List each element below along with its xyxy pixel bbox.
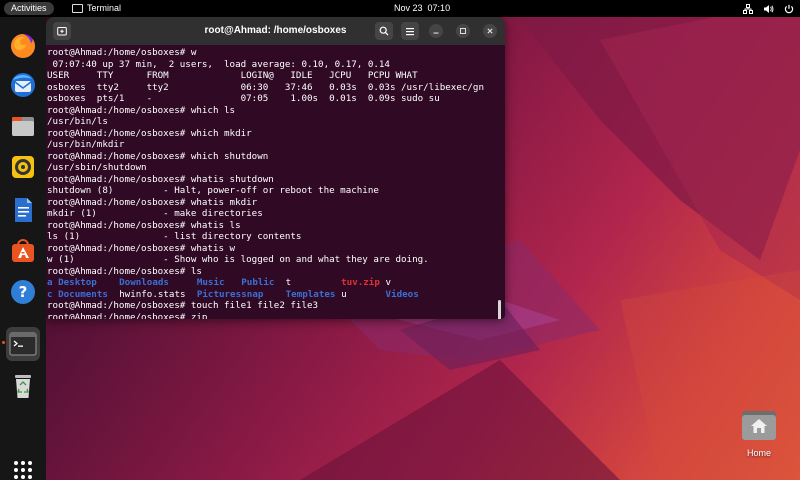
show-apps-icon[interactable] bbox=[14, 461, 32, 479]
terminal-line: root@Ahmad:/home/osboxes# whatis ls bbox=[47, 219, 241, 231]
terminal-line: osboxes pts/1 - 07:05 1.00s 0.01s 0.09s … bbox=[47, 93, 440, 104]
dock-help[interactable]: ? bbox=[6, 275, 40, 309]
terminal-output[interactable]: root@Ahmad:/home/osboxes# w 07:07:40 up … bbox=[46, 45, 498, 319]
dock-rhythmbox[interactable] bbox=[6, 150, 40, 184]
minimize-button[interactable] bbox=[429, 24, 443, 38]
terminal-line: root@Ahmad:/home/osboxes# touch file1 fi… bbox=[47, 300, 319, 311]
terminal-line: w (1) - Show who is logged on and what t… bbox=[47, 254, 429, 265]
maximize-button[interactable] bbox=[456, 24, 470, 38]
terminal-line: root@Ahmad:/home/osboxes# w bbox=[47, 47, 197, 58]
dock-firefox[interactable] bbox=[6, 29, 40, 63]
clock[interactable]: Nov 23 07:10 bbox=[394, 0, 450, 17]
running-indicator bbox=[2, 341, 5, 344]
terminal-window[interactable]: root@Ahmad: /home/osboxes root@Ahmad:/ho… bbox=[46, 17, 505, 319]
terminal-line: mkdir (1) - make directories bbox=[47, 208, 263, 219]
home-folder-icon bbox=[742, 411, 776, 440]
terminal-line: root@Ahmad:/home/osboxes# which shutdown bbox=[47, 150, 269, 162]
firefox-icon bbox=[11, 34, 35, 58]
dock-writer[interactable] bbox=[6, 193, 40, 227]
minimize-icon bbox=[433, 32, 439, 34]
ls-entry: Desktop bbox=[58, 277, 97, 288]
ls-entry: Templates bbox=[285, 288, 336, 300]
menu-button[interactable] bbox=[401, 22, 419, 40]
terminal-line: root@Ahmad:/home/osboxes# which mkdir bbox=[47, 127, 252, 139]
terminal-line: shutdown (8) - Halt, power-off or reboot… bbox=[47, 185, 379, 196]
terminal-line: root@Ahmad:/home/osboxes# whatis w bbox=[47, 242, 236, 254]
ls-entry: Downloads bbox=[119, 277, 169, 288]
files-icon bbox=[12, 117, 34, 136]
terminal-line: USER TTY FROM LOGIN@ IDLE JCPU PCPU WHAT bbox=[47, 70, 418, 81]
dock-terminal[interactable] bbox=[6, 327, 40, 361]
ls-entry: Public bbox=[241, 277, 275, 288]
dock-trash[interactable] bbox=[6, 369, 40, 403]
rhythmbox-icon bbox=[12, 156, 34, 178]
ls-entry: Pictures bbox=[196, 288, 242, 300]
terminal-header[interactable]: root@Ahmad: /home/osboxes bbox=[46, 17, 505, 45]
terminal-line: osboxes tty2 tty2 06:30 37:46 0.03s 0.03… bbox=[47, 81, 484, 93]
clock-date: Nov 23 bbox=[394, 3, 423, 13]
ls-entry: snap bbox=[241, 288, 264, 300]
volume-icon bbox=[764, 4, 774, 13]
ls-entry: c bbox=[47, 288, 53, 300]
ls-entry: a bbox=[47, 277, 53, 288]
terminal-line: root@Ahmad:/home/osboxes# zip bbox=[47, 311, 208, 320]
app-indicator[interactable]: Terminal bbox=[72, 0, 121, 17]
terminal-line: root@Ahmad:/home/osboxes# whatis shutdow… bbox=[47, 173, 274, 185]
ls-entry: hwinfo.stats bbox=[119, 288, 186, 300]
power-icon bbox=[784, 4, 794, 13]
terminal-line: ls (1) - list directory contents bbox=[47, 231, 302, 242]
help-icon: ? bbox=[11, 280, 35, 304]
ls-entry: tuv.zip bbox=[341, 277, 380, 288]
terminal-line: root@Ahmad:/home/osboxes# whatis mkdir bbox=[47, 196, 258, 208]
search-icon bbox=[379, 26, 389, 36]
top-bar: Activities Terminal Nov 23 07:10 bbox=[0, 0, 800, 17]
terminal-line: /usr/bin/mkdir bbox=[47, 139, 125, 150]
app-name: Terminal bbox=[87, 3, 122, 13]
ls-entry: u bbox=[341, 288, 347, 300]
terminal-line: root@Ahmad:/home/osboxes# which ls bbox=[47, 104, 236, 116]
ls-entry: Music bbox=[196, 277, 225, 288]
search-button[interactable] bbox=[375, 22, 393, 40]
ls-entry: t bbox=[285, 277, 292, 288]
dock: ? bbox=[0, 17, 46, 480]
thunderbird-icon bbox=[11, 73, 35, 97]
ls-entry: v bbox=[385, 277, 392, 288]
ls-entry: Documents bbox=[58, 288, 108, 300]
terminal-scrollbar[interactable] bbox=[498, 300, 501, 319]
close-icon bbox=[487, 28, 493, 34]
hamburger-icon bbox=[406, 27, 414, 35]
terminal-line: root@Ahmad:/home/osboxes# ls bbox=[47, 265, 202, 277]
ls-entry: Videos bbox=[385, 288, 419, 300]
terminal-line: /usr/bin/ls bbox=[47, 116, 108, 127]
svg-text:?: ? bbox=[19, 283, 28, 301]
terminal-small-icon bbox=[72, 4, 83, 13]
dock-software[interactable] bbox=[6, 234, 40, 268]
writer-icon bbox=[15, 198, 32, 222]
trash-icon bbox=[15, 375, 31, 398]
network-icon bbox=[743, 3, 753, 14]
maximize-icon bbox=[460, 28, 466, 34]
clock-time: 07:10 bbox=[427, 3, 451, 13]
home-label: Home bbox=[746, 448, 771, 458]
software-icon bbox=[12, 239, 34, 262]
desktop-home-icon[interactable]: Home bbox=[737, 408, 781, 458]
close-button[interactable] bbox=[483, 24, 497, 38]
terminal-icon bbox=[9, 332, 37, 356]
activities-button[interactable]: Activities bbox=[4, 2, 54, 15]
dock-files[interactable] bbox=[6, 109, 40, 143]
dock-thunderbird[interactable] bbox=[6, 68, 40, 102]
system-tray[interactable] bbox=[743, 0, 794, 17]
terminal-line: 07:07:40 up 37 min, 2 users, load averag… bbox=[47, 58, 390, 70]
terminal-line: /usr/sbin/shutdown bbox=[47, 162, 147, 173]
